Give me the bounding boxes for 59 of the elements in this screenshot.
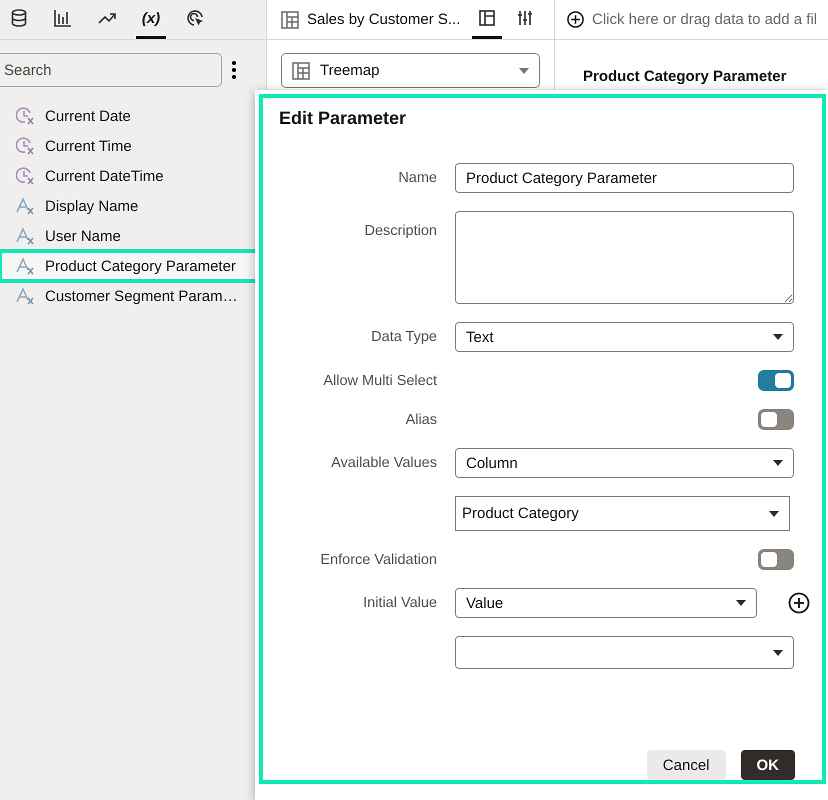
field-label: Alias	[406, 412, 437, 428]
add-icon[interactable]	[567, 11, 584, 28]
caret-icon	[769, 510, 779, 516]
caret-icon	[773, 460, 783, 466]
ok-button[interactable]: OK	[740, 750, 795, 780]
dropdown[interactable]: Product Category	[455, 496, 790, 531]
toggle-switch[interactable]	[758, 549, 794, 570]
field-label: Initial Value	[363, 595, 437, 611]
cancel-button[interactable]: Cancel	[646, 750, 726, 780]
variable-item[interactable]: Current DateTime	[0, 161, 257, 191]
panel-tab[interactable]: (x)	[136, 0, 166, 39]
visualization-title: Product Category Parameter	[583, 68, 788, 85]
field-label: Description	[364, 223, 437, 239]
target-cursor-icon	[186, 9, 204, 27]
sliders-icon	[517, 10, 534, 26]
more-options-icon[interactable]	[232, 61, 236, 79]
field-label: Allow Multi Select	[323, 372, 437, 388]
description-field[interactable]	[455, 211, 794, 304]
text-x-icon	[16, 287, 36, 305]
clock-x-icon	[16, 137, 36, 155]
text-x-icon	[16, 257, 36, 275]
variable-item[interactable]: Current Date	[0, 101, 257, 131]
clock-x-icon	[16, 167, 36, 185]
caret-icon	[736, 600, 746, 606]
chart-type-dropdown[interactable]: Treemap	[281, 53, 540, 88]
layout-icon	[479, 10, 496, 26]
field-label: Enforce Validation	[320, 552, 437, 568]
variable-item[interactable]: Customer Segment Param…	[0, 281, 257, 311]
variable-tab-label: (x)	[142, 10, 160, 26]
canvas-title: Sales by Customer S...	[307, 11, 460, 28]
clock-x-icon	[16, 107, 36, 125]
name-field[interactable]: Product Category Parameter	[455, 163, 794, 193]
dropdown[interactable]: Value	[455, 588, 757, 618]
dropdown[interactable]	[455, 636, 794, 669]
field-label: Data Type	[371, 329, 437, 345]
add-icon[interactable]	[788, 592, 810, 614]
grid-icon	[292, 62, 310, 80]
caret-icon	[519, 68, 529, 74]
text-x-icon	[16, 227, 36, 245]
search-field[interactable]: Search	[0, 53, 222, 87]
field-label: Available Values	[331, 455, 437, 471]
field-label: Name	[398, 170, 437, 186]
variable-item[interactable]: Current Time	[0, 131, 257, 161]
trend-icon	[98, 12, 116, 24]
bar-chart-icon	[54, 9, 72, 27]
dropdown[interactable]: Column	[455, 448, 794, 478]
caret-icon	[773, 650, 783, 656]
grid-icon	[281, 10, 299, 28]
dialog-title: Edit Parameter	[279, 108, 408, 129]
toggle-switch[interactable]	[758, 409, 794, 430]
filter-hint[interactable]: Click here or drag data to add a fil	[592, 11, 818, 28]
text-x-icon	[16, 197, 36, 215]
caret-icon	[773, 334, 783, 340]
variable-item[interactable]: User Name	[0, 221, 257, 251]
database-icon	[11, 9, 27, 27]
dropdown[interactable]: Text	[455, 322, 794, 352]
variable-item[interactable]: Product Category Parameter	[0, 251, 257, 281]
toggle-switch[interactable]	[758, 370, 794, 391]
variable-item[interactable]: Display Name	[0, 191, 257, 221]
